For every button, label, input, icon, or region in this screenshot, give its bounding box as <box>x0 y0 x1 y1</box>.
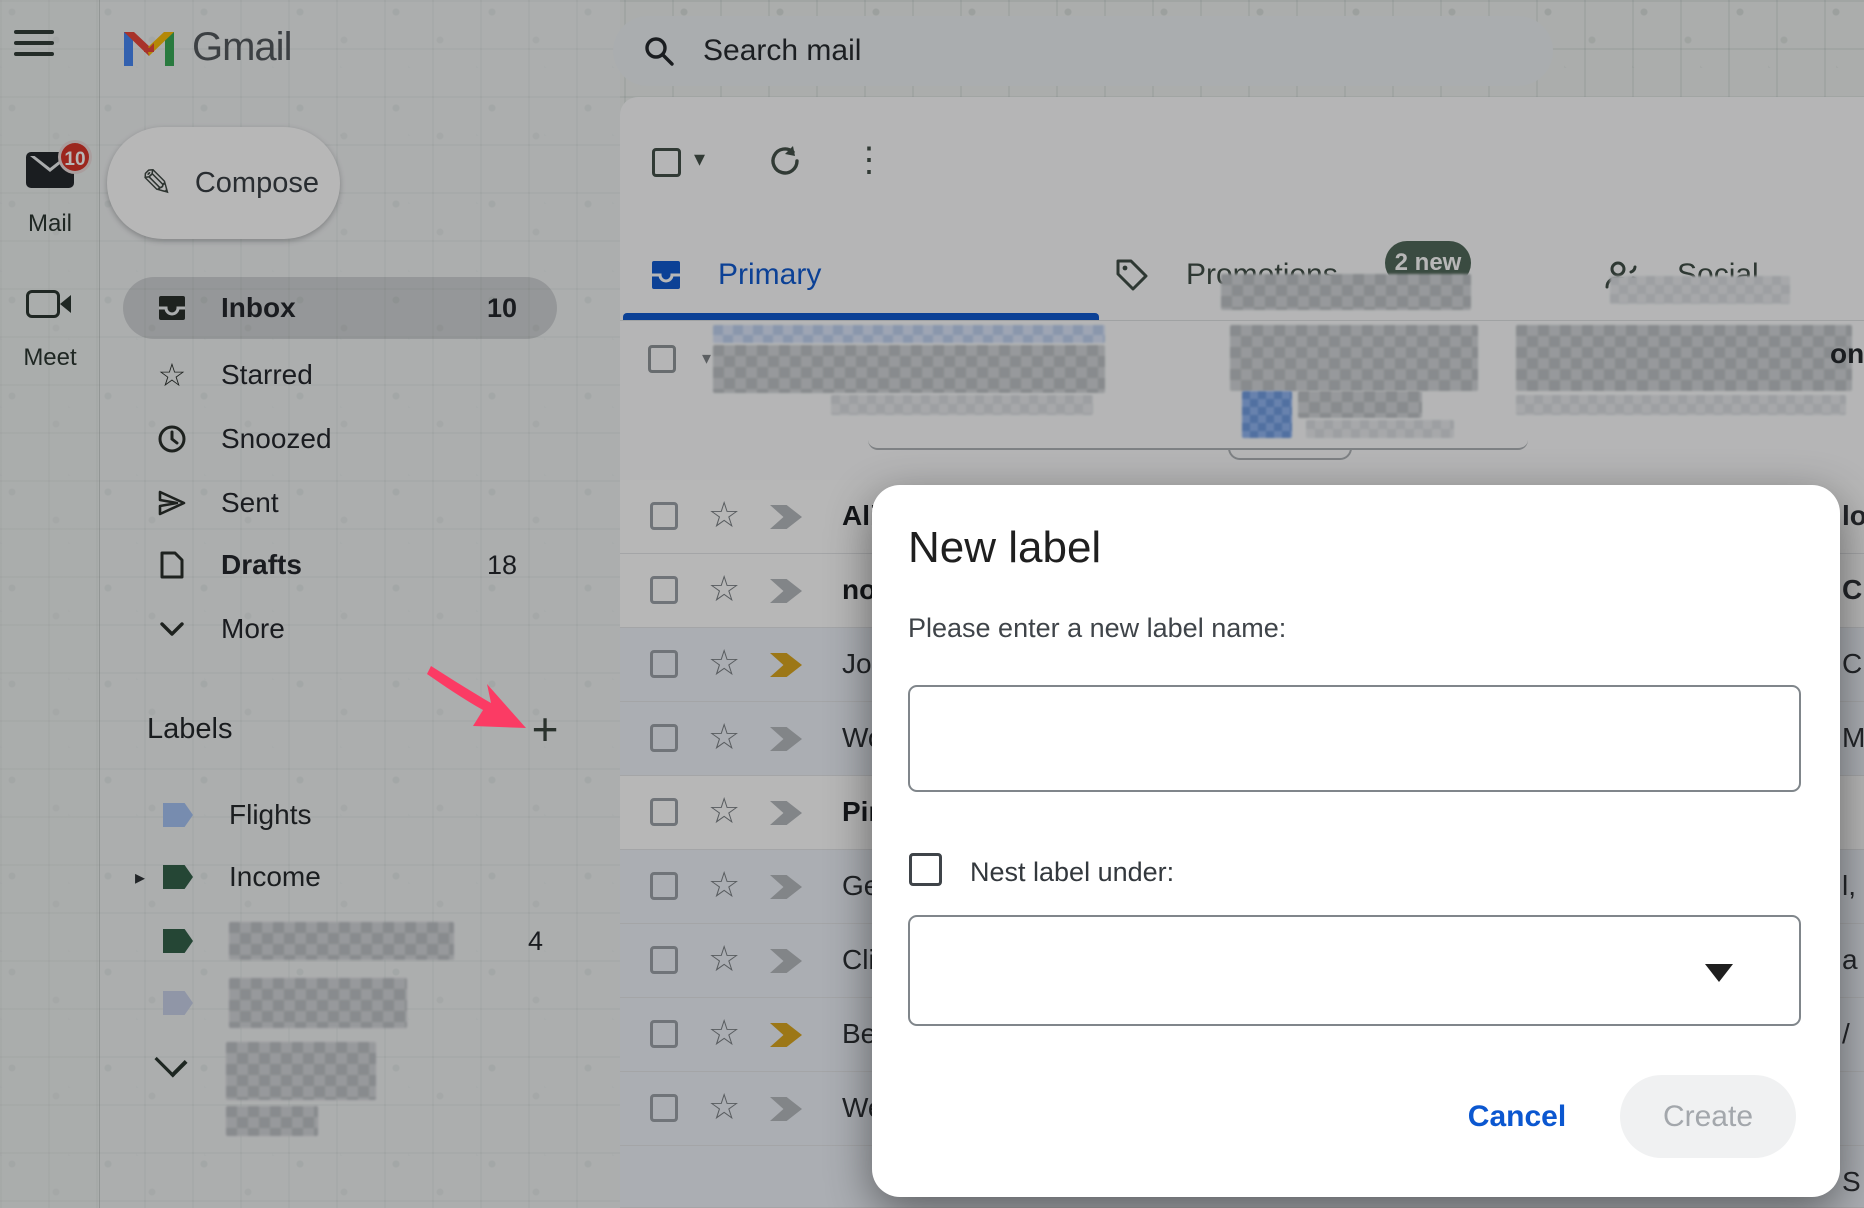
gmail-app-window: 10 Mail Meet Gmail ✎ Compose Inbox 10 <box>0 0 1864 1208</box>
create-button[interactable]: Create <box>1620 1075 1796 1158</box>
label-name-input[interactable] <box>908 685 1801 792</box>
nest-label-checkbox[interactable] <box>909 853 942 886</box>
new-label-dialog: New label Please enter a new label name:… <box>872 485 1840 1197</box>
nest-label-text: Nest label under: <box>970 857 1174 888</box>
dialog-title: New label <box>908 523 1101 573</box>
select-caret-icon <box>1705 964 1733 982</box>
nest-under-select[interactable] <box>908 915 1801 1026</box>
dialog-prompt: Please enter a new label name: <box>908 613 1286 644</box>
cancel-button[interactable]: Cancel <box>1447 1100 1587 1134</box>
annotation-arrow-icon <box>398 648 548 753</box>
